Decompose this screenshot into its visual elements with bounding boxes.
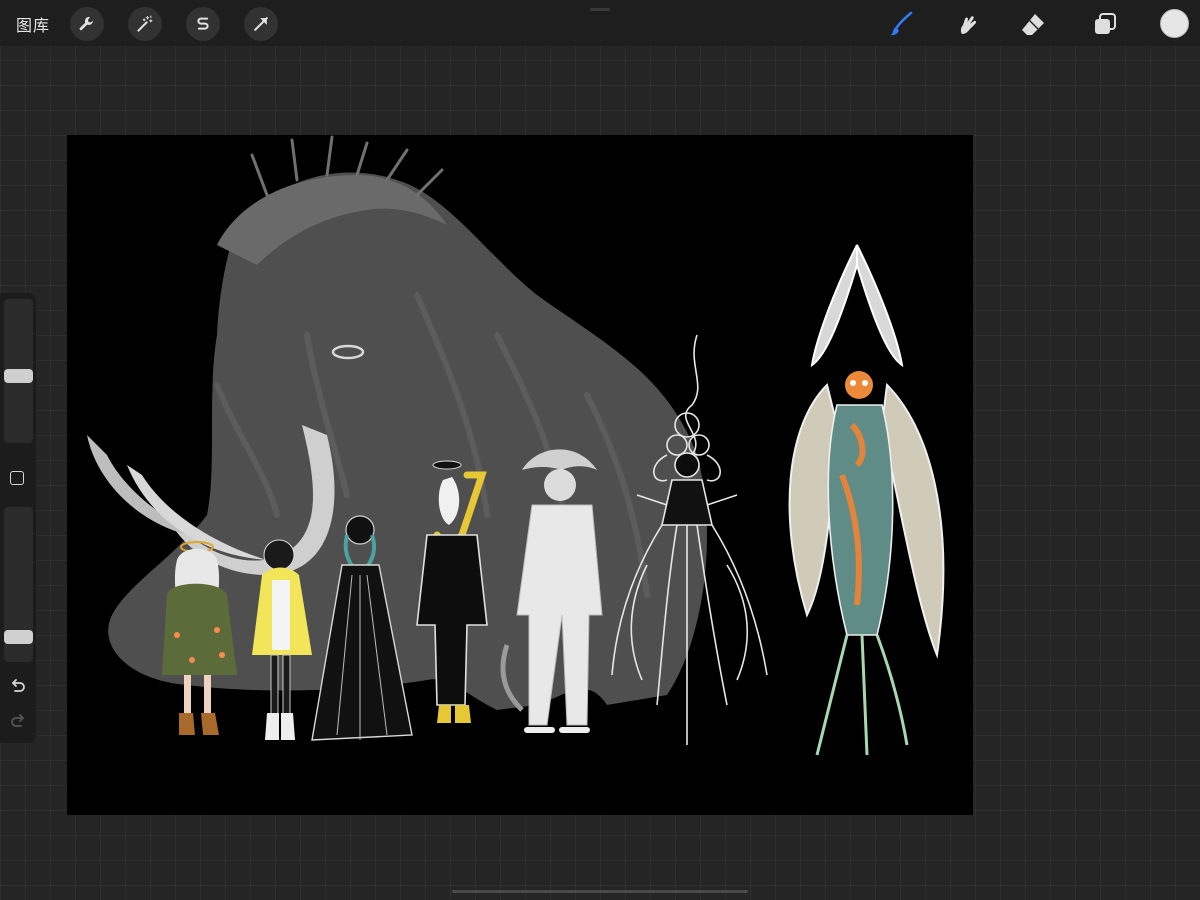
drawing-canvas[interactable] [67,135,973,815]
top-grabber [590,8,610,11]
layers-icon [1095,13,1116,34]
redo-button[interactable] [8,711,28,731]
brush-icon [890,11,913,36]
smudge-tool-button[interactable] [950,7,984,41]
character-winged-angel [788,244,945,756]
redo-icon [11,714,24,727]
brush-size-slider[interactable] [4,299,33,443]
top-toolbar: 图库 [0,0,1200,46]
undo-button[interactable] [8,676,28,696]
eraser-tool-button[interactable] [1016,7,1050,41]
square-modify-icon[interactable] [10,471,24,485]
selection-button[interactable] [186,7,220,41]
color-picker-swatch[interactable] [1160,9,1189,38]
arrow-cursor-icon [254,17,268,31]
transform-button[interactable] [244,7,278,41]
opacity-slider[interactable] [4,507,33,662]
magic-wand-icon [137,15,153,32]
wrench-icon [79,16,93,31]
layers-tool-button[interactable] [1088,7,1122,41]
actions-button[interactable] [70,7,104,41]
eraser-icon [1022,14,1044,35]
undo-icon [12,679,25,692]
left-sidebar [0,293,36,743]
artwork-illustration [87,135,945,756]
smudge-icon [960,16,977,34]
selection-s-icon [197,17,209,30]
brush-tool-button[interactable] [884,7,918,41]
opacity-thumb[interactable] [4,630,33,644]
adjustments-button[interactable] [128,7,162,41]
gallery-button[interactable]: 图库 [16,12,50,36]
home-indicator [452,890,748,893]
brush-size-thumb[interactable] [4,369,33,383]
